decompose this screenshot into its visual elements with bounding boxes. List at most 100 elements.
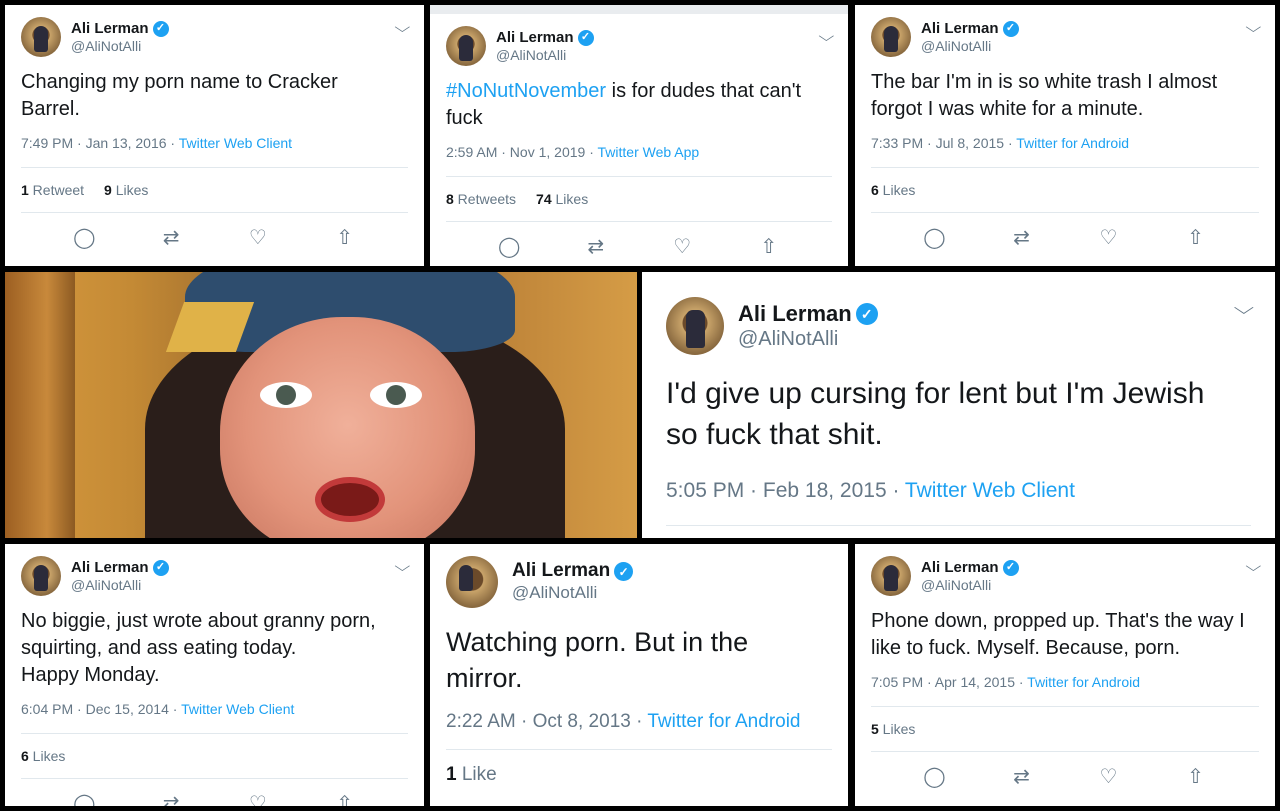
avatar[interactable] <box>21 556 61 596</box>
share-icon[interactable]: ⇧ <box>325 791 365 806</box>
tweet-timestamp[interactable]: 5:05 PM · Feb 18, 2015 · <box>666 479 905 502</box>
retweet-icon[interactable]: ⇄ <box>151 791 191 806</box>
reply-icon[interactable]: ◯ <box>64 225 104 250</box>
retweet-icon[interactable]: ⇄ <box>151 225 191 250</box>
avatar[interactable] <box>871 17 911 57</box>
chevron-down-icon[interactable]: ⌵ <box>1246 19 1262 36</box>
like-count[interactable]: 1 Like <box>446 764 497 786</box>
author-name[interactable]: Ali Lerman <box>512 560 610 583</box>
tweet-card: Ali Lerman ✓ @AliNotAlli ⌵ The bar I'm in… <box>855 5 1275 266</box>
like-count[interactable]: 6 Likes <box>871 182 915 198</box>
like-count[interactable]: 5 Likes <box>871 721 915 737</box>
tweet-stats: 1 Like <box>446 750 832 800</box>
tweet-actions: ◯ ⇄ ♡ ⇧ <box>21 213 408 250</box>
author-name[interactable]: Ali Lerman <box>496 29 574 47</box>
chevron-down-icon[interactable]: ⌵ <box>395 19 411 36</box>
author-handle[interactable]: @AliNotAlli <box>71 38 169 55</box>
avatar[interactable] <box>446 556 498 608</box>
avatar[interactable] <box>21 17 61 57</box>
tweet-source[interactable]: Twitter Web App <box>598 144 700 160</box>
author-handle[interactable]: @AliNotAlli <box>921 577 1019 594</box>
tweet-card: Ali Lerman ✓ @AliNotAlli ⌵ Changing my po… <box>5 5 424 266</box>
retweet-icon[interactable]: ⇄ <box>1002 764 1042 789</box>
tweet-header: Ali Lerman ✓ @AliNotAlli <box>871 556 1259 596</box>
tweet-source[interactable]: Twitter for Android <box>1027 674 1140 690</box>
avatar[interactable] <box>446 26 486 66</box>
heart-icon[interactable]: ♡ <box>238 791 278 806</box>
divider <box>666 525 1251 526</box>
tweet-timestamp[interactable]: 7:33 PM · Jul 8, 2015 · <box>871 135 1016 151</box>
avatar[interactable] <box>666 297 724 355</box>
tweet-source[interactable]: Twitter Web Client <box>181 701 294 717</box>
author-handle[interactable]: @AliNotAlli <box>512 583 633 603</box>
reply-icon[interactable]: ◯ <box>489 234 529 259</box>
tweet-source[interactable]: Twitter for Android <box>647 711 800 732</box>
retweet-icon[interactable]: ⇄ <box>1002 225 1042 250</box>
share-icon[interactable]: ⇧ <box>749 234 789 259</box>
photo-image <box>5 272 637 538</box>
photo <box>5 272 637 538</box>
tweet-card: Ali Lerman ✓ @AliNotAlli ⌵ #NoNutNovember… <box>430 5 848 266</box>
reply-icon[interactable]: ◯ <box>64 791 104 806</box>
heart-icon[interactable]: ♡ <box>662 234 702 259</box>
tweet-meta: 7:05 PM · Apr 14, 2015 · Twitter for And… <box>871 674 1259 690</box>
tweet-card: Ali Lerman ✓ @AliNotAlli ⌵ No biggie, jus… <box>5 544 424 806</box>
chevron-down-icon[interactable]: ⌵ <box>819 28 835 45</box>
tweet-timestamp[interactable]: 2:59 AM · Nov 1, 2019 · <box>446 144 598 160</box>
author-name[interactable]: Ali Lerman <box>921 559 999 577</box>
tweet-source[interactable]: Twitter Web Client <box>905 479 1075 502</box>
tweet-text: #NoNutNovember is for dudes that can't f… <box>446 80 802 129</box>
like-count[interactable]: 9 Likes <box>104 182 148 198</box>
tweet-timestamp[interactable]: 7:05 PM · Apr 14, 2015 · <box>871 674 1027 690</box>
heart-icon[interactable]: ♡ <box>1089 764 1129 789</box>
like-count[interactable]: 74 Likes <box>536 191 588 207</box>
tweet-stats: 8 Retweets 74 Likes <box>446 177 832 221</box>
share-icon[interactable]: ⇧ <box>325 225 365 250</box>
author-name[interactable]: Ali Lerman <box>71 559 149 577</box>
share-icon[interactable]: ⇧ <box>1176 764 1216 789</box>
tweet-timestamp[interactable]: 2:22 AM · Oct 8, 2013 · <box>446 711 647 732</box>
share-icon[interactable]: ⇧ <box>1176 225 1216 250</box>
heart-icon[interactable]: ♡ <box>1089 225 1129 250</box>
author-name[interactable]: Ali Lerman <box>921 20 999 38</box>
tweet-text: Phone down, propped up. That's the way I… <box>871 610 1245 659</box>
tweet-timestamp[interactable]: 6:04 PM · Dec 15, 2014 · <box>21 701 181 717</box>
reply-icon[interactable]: ◯ <box>915 225 955 250</box>
tweet-meta: 2:59 AM · Nov 1, 2019 · Twitter Web App <box>446 144 832 160</box>
reply-icon[interactable]: ◯ <box>915 764 955 789</box>
retweet-count[interactable]: 8 Retweets <box>446 191 516 207</box>
author-handle[interactable]: @AliNotAlli <box>71 577 169 594</box>
like-count[interactable]: 6 Likes <box>21 748 65 764</box>
tweet-header: Ali Lerman ✓ @AliNotAlli <box>666 296 1251 356</box>
tweet-text: Changing my porn name to Cracker Barrel. <box>21 71 338 120</box>
heart-icon[interactable]: ♡ <box>238 225 278 250</box>
author-handle[interactable]: @AliNotAlli <box>921 38 1019 55</box>
retweet-icon[interactable]: ⇄ <box>576 234 616 259</box>
tweet-card: Ali Lerman ✓ @AliNotAlli ⌵ Phone down, pr… <box>855 544 1275 806</box>
tweet-text: No biggie, just wrote about granny porn,… <box>21 610 376 686</box>
verified-badge-icon: ✓ <box>614 562 634 582</box>
chevron-down-icon[interactable]: ⌵ <box>1246 558 1262 575</box>
avatar[interactable] <box>871 556 911 596</box>
author-name[interactable]: Ali Lerman <box>71 20 149 38</box>
author-name[interactable]: Ali Lerman <box>738 301 852 327</box>
tweet-meta: 5:05 PM · Feb 18, 2015 · Twitter Web Cli… <box>666 479 1251 503</box>
tweet-timestamp[interactable]: 7:49 PM · Jan 13, 2016 · <box>21 135 179 151</box>
hashtag-link[interactable]: #NoNutNovember <box>446 80 606 102</box>
tweet-source[interactable]: Twitter for Android <box>1016 135 1129 151</box>
retweet-count[interactable]: 1 Retweet <box>21 182 84 198</box>
tweet-header: Ali Lerman ✓ @AliNotAlli <box>446 26 832 66</box>
chevron-down-icon[interactable]: ⌵ <box>395 558 411 575</box>
tweet-source[interactable]: Twitter Web Client <box>179 135 292 151</box>
tweet-stats: 6 Likes <box>21 734 408 778</box>
tweet-header: Ali Lerman ✓ @AliNotAlli <box>21 556 408 596</box>
tweet-card: Ali Lerman ✓ @AliNotAlli ⌵ I'd give up cu… <box>642 272 1275 538</box>
chevron-down-icon[interactable]: ⌵ <box>1234 298 1254 319</box>
tweet-text: The bar I'm in is so white trash I almos… <box>871 71 1218 120</box>
author-handle[interactable]: @AliNotAlli <box>496 47 594 64</box>
tweet-meta: 6:04 PM · Dec 15, 2014 · Twitter Web Cli… <box>21 701 408 717</box>
tweet-stats: 5 Likes <box>871 707 1259 751</box>
tweet-meta: 7:49 PM · Jan 13, 2016 · Twitter Web Cli… <box>21 135 408 151</box>
tweet-stats: 6 Likes <box>871 168 1259 212</box>
author-handle[interactable]: @AliNotAlli <box>738 327 878 351</box>
